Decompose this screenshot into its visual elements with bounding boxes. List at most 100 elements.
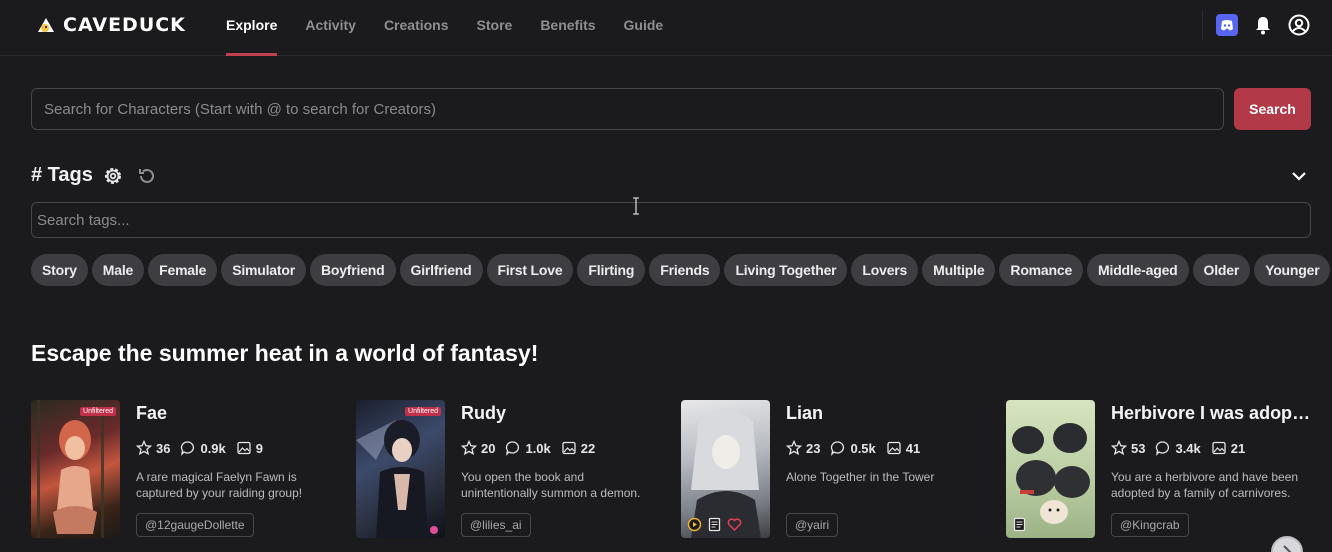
tag-chip[interactable]: Lovers: [851, 254, 919, 286]
character-card[interactable]: Lian 23 0.5k 41 Alone Together in the To…: [681, 400, 991, 540]
unfiltered-badge: Unfiltered: [405, 407, 441, 416]
tag-chip[interactable]: Girlfriend: [399, 254, 483, 286]
chevron-down-icon[interactable]: [1289, 166, 1309, 186]
images-count: 9: [255, 440, 264, 456]
reset-icon[interactable]: [136, 165, 158, 187]
stat-chats: 3.4k: [1155, 440, 1201, 456]
character-stats: 53 3.4k 21: [1111, 440, 1245, 456]
stars-count: 36: [156, 440, 171, 456]
character-name[interactable]: Herbivore I was adopted by a family of c…: [1111, 403, 1311, 424]
star-icon: [1111, 440, 1127, 456]
character-thumbnail[interactable]: [681, 400, 770, 538]
tag-search: [31, 202, 1311, 238]
stat-images: 9: [236, 440, 263, 456]
stat-stars: 36: [136, 440, 170, 456]
tag-chip[interactable]: Living Together: [724, 254, 848, 286]
character-name[interactable]: Rudy: [461, 403, 661, 424]
images-count: 21: [1230, 440, 1246, 456]
tag-chip[interactable]: Younger: [1254, 254, 1331, 286]
chevron-right-icon: [1283, 545, 1292, 552]
stars-count: 23: [806, 440, 821, 456]
tag-chip[interactable]: Male: [91, 254, 145, 286]
star-icon: [786, 440, 802, 456]
character-name[interactable]: Lian: [786, 403, 986, 424]
discord-icon[interactable]: [1216, 14, 1238, 36]
stat-images: 41: [886, 440, 920, 456]
tag-chip[interactable]: Boyfriend: [309, 254, 396, 286]
thumbnail-icons: [687, 517, 742, 532]
character-description: You are a herbivore and have been adopte…: [1111, 470, 1299, 500]
duck-logo-icon: [38, 18, 54, 32]
user-circle-icon[interactable]: [1288, 14, 1310, 36]
character-thumbnail[interactable]: Unfiltered: [31, 400, 120, 538]
creator-tag[interactable]: @Kingcrab: [1111, 513, 1189, 537]
tag-chip[interactable]: Friends: [649, 254, 721, 286]
tag-chip[interactable]: Flirting: [577, 254, 646, 286]
nav-explore[interactable]: Explore: [226, 0, 278, 56]
tag-chip[interactable]: Story: [31, 254, 88, 286]
tag-chip[interactable]: Simulator: [221, 254, 306, 286]
character-description: A rare magical Faelyn Fawn is captured b…: [136, 470, 303, 500]
nav-benefits[interactable]: Benefits: [540, 0, 595, 56]
chat-bubble-icon: [831, 441, 845, 456]
tag-chip[interactable]: First Love: [486, 254, 574, 286]
tag-chip[interactable]: Romance: [999, 254, 1084, 286]
character-name[interactable]: Fae: [136, 403, 336, 424]
tag-chip[interactable]: Multiple: [922, 254, 996, 286]
image-icon: [1212, 441, 1226, 455]
stat-images: 22: [561, 440, 595, 456]
carousel-next-button[interactable]: [1271, 536, 1303, 552]
character-search-input[interactable]: [32, 89, 1223, 129]
stat-stars: 20: [461, 440, 495, 456]
chat-bubble-icon: [1156, 441, 1170, 456]
stars-count: 53: [1131, 440, 1146, 456]
document-icon: [707, 517, 722, 532]
character-thumbnail[interactable]: Unfiltered: [356, 400, 445, 538]
document-icon: [1012, 517, 1027, 532]
tag-chip[interactable]: Older: [1192, 254, 1251, 286]
tag-list: Story Male Female Simulator Boyfriend Gi…: [31, 254, 1331, 286]
creator-tag[interactable]: @lilies_ai: [461, 513, 531, 537]
chats-count: 3.4k: [1175, 440, 1201, 456]
nav-store[interactable]: Store: [477, 0, 513, 56]
play-icon: [687, 517, 702, 532]
image-icon: [237, 441, 251, 455]
stat-chats: 1.0k: [505, 440, 551, 456]
tag-chip[interactable]: Middle-aged: [1087, 254, 1189, 286]
chats-count: 0.5k: [850, 440, 876, 456]
stat-chats: 0.5k: [830, 440, 876, 456]
nav-activity[interactable]: Activity: [305, 0, 356, 56]
character-stats: 36 0.9k 9: [136, 440, 263, 456]
character-image: [356, 420, 438, 538]
stat-chats: 0.9k: [180, 440, 226, 456]
text-cursor-icon: [633, 197, 639, 215]
tag-chip[interactable]: Female: [148, 254, 218, 286]
bell-icon[interactable]: [1252, 14, 1274, 36]
character-search: [31, 88, 1224, 130]
image-icon: [887, 441, 901, 455]
character-stats: 23 0.5k 41: [786, 440, 920, 456]
logo-text: CAVEDUCK: [63, 14, 186, 36]
chats-count: 0.9k: [200, 440, 226, 456]
character-thumbnail[interactable]: [1006, 400, 1095, 538]
nav-guide[interactable]: Guide: [624, 0, 664, 56]
nav-creations[interactable]: Creations: [384, 0, 449, 56]
logo[interactable]: CAVEDUCK: [36, 14, 186, 36]
heart-icon: [727, 517, 742, 532]
character-stats: 20 1.0k 22: [461, 440, 595, 456]
search-button[interactable]: Search: [1234, 88, 1311, 130]
character-description: You open the book and unintentionally su…: [461, 470, 641, 500]
star-icon: [461, 440, 477, 456]
gear-icon[interactable]: [102, 165, 124, 187]
star-icon: [136, 440, 152, 456]
chat-bubble-icon: [506, 441, 520, 456]
character-image: [37, 400, 104, 538]
character-card[interactable]: Herbivore I was adopted by a family of c…: [1006, 400, 1316, 540]
tag-search-input[interactable]: [32, 203, 1310, 237]
creator-tag[interactable]: @yairi: [786, 513, 839, 537]
creator-tag[interactable]: @12gaugeDollette: [136, 513, 254, 537]
section-title: Escape the summer heat in a world of fan…: [31, 340, 539, 366]
character-card[interactable]: Unfiltered Fae 36 0.9k 9 A rare magical …: [31, 400, 341, 540]
character-card[interactable]: Unfiltered Rudy 20 1.0k 22 You open the …: [356, 400, 666, 540]
stars-count: 20: [481, 440, 496, 456]
